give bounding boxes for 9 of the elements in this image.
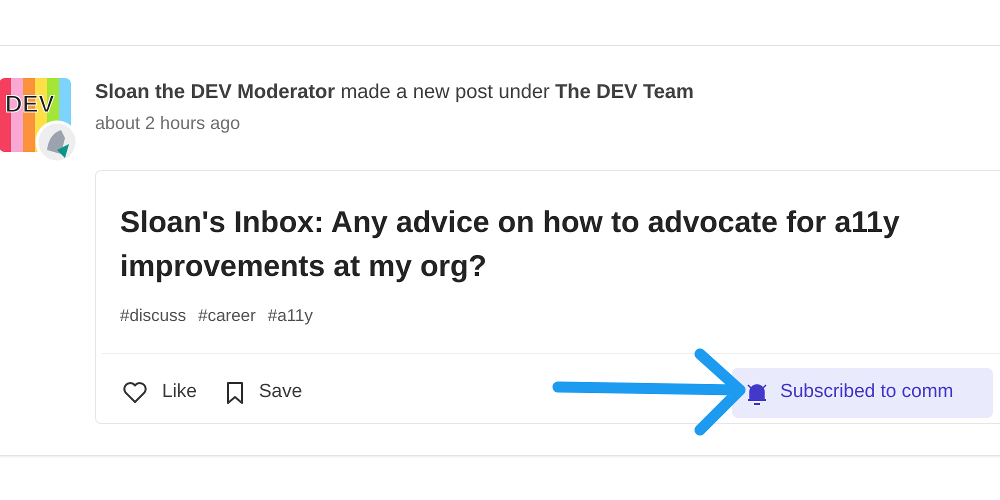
post-time: about 2 hours ago (95, 112, 242, 135)
tag-link[interactable]: #a11y (268, 303, 313, 328)
post-title[interactable]: Sloan's Inbox: Any advice on how to advocate for a11y improvements at my org? (96, 171, 966, 289)
tag-link[interactable]: #discuss (120, 303, 186, 328)
like-button[interactable]: Like (120, 372, 199, 413)
subscribe-button[interactable]: Subscribed to comm (732, 368, 994, 418)
post-meta: Sloan the DEV Moderator made a new post under The DEV Team (95, 80, 694, 105)
save-button[interactable]: Save (222, 372, 304, 413)
tag-link[interactable]: #career (198, 303, 256, 328)
